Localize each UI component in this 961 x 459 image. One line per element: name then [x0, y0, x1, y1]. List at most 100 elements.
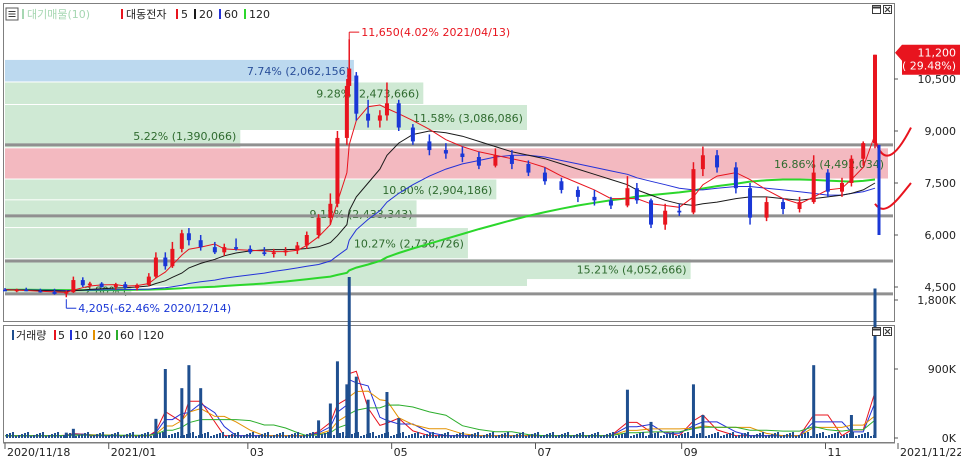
volume-bar: [564, 433, 566, 438]
volume-bar: [378, 435, 380, 438]
legend-label: 60: [120, 329, 134, 342]
volume-bar: [777, 432, 779, 438]
volume-bar: [600, 436, 602, 438]
legend-swatch: [219, 9, 221, 19]
candle-body: [354, 75, 359, 114]
volume-bar: [36, 434, 38, 438]
volume-bar: [48, 435, 50, 438]
volume-bar: [812, 365, 816, 438]
volume-bar: [462, 432, 464, 438]
volume-bar: [321, 434, 323, 438]
panel-menu-button[interactable]: [5, 7, 19, 21]
legend-swatch: [12, 330, 14, 340]
volume-bar: [510, 436, 512, 438]
volume-bar: [240, 436, 242, 438]
candle-body: [781, 202, 786, 209]
volume-bar: [9, 433, 11, 438]
candle-body: [649, 200, 654, 225]
candle-body: [71, 280, 76, 293]
volume-pane-maximize-button[interactable]: [872, 327, 881, 336]
legend-label: 5: [181, 8, 188, 21]
volume-pane-close-button[interactable]: [883, 327, 892, 336]
volume-bar: [426, 434, 428, 438]
volume-bar: [597, 432, 599, 438]
volume-bar: [759, 433, 761, 438]
volume-bar: [747, 432, 749, 438]
volume-bar: [741, 434, 743, 438]
volume-profile-label: 10.90% (2,904,186): [382, 184, 492, 197]
candle-body: [443, 150, 448, 154]
volume-bar: [783, 435, 785, 438]
volume-bar: [798, 435, 800, 438]
volume-bar: [144, 433, 146, 438]
legend-swatch: [22, 9, 24, 19]
candle-body: [186, 233, 191, 241]
volume-bar: [684, 433, 686, 438]
candle-body: [262, 252, 267, 255]
volume-bar: [691, 384, 695, 438]
volume-bar: [639, 433, 641, 438]
volume-bar: [618, 435, 620, 438]
y-tick-label: 1,800K: [917, 294, 956, 307]
volume-bar: [105, 436, 107, 438]
volume-bar: [531, 434, 533, 438]
volume-bar: [726, 434, 728, 438]
volume-bar: [411, 434, 413, 438]
y-tick-label: 9,000: [925, 125, 957, 138]
volume-bar: [315, 436, 317, 438]
candle-body: [839, 183, 844, 192]
volume-bar: [306, 434, 308, 438]
volume-bar: [660, 436, 662, 438]
candle-body: [663, 210, 668, 225]
volume-bar: [24, 433, 26, 438]
volume-profile-label: 15.21% (4,052,666): [577, 264, 687, 277]
candle-body: [248, 248, 253, 253]
volume-bar: [486, 434, 488, 438]
volume-bar: [456, 434, 458, 438]
volume-bar: [237, 432, 239, 438]
volume-bar: [519, 433, 521, 438]
volume-bar: [867, 432, 869, 438]
volume-bar: [300, 436, 302, 438]
volume-bar: [588, 435, 590, 438]
volume-bar: [390, 436, 392, 438]
volume-bar: [225, 436, 227, 438]
volume-bar: [69, 433, 71, 438]
volume-bar: [543, 435, 545, 438]
volume-bar: [672, 432, 674, 438]
volume-bar: [354, 376, 358, 438]
volume-bar: [132, 432, 134, 438]
volume-bar: [444, 433, 446, 438]
volume-bar: [297, 432, 299, 438]
volume-bar: [204, 433, 206, 438]
volume-bar: [234, 433, 236, 438]
candle-body: [691, 169, 696, 213]
volume-bar: [675, 436, 677, 438]
price-pane-close-button[interactable]: [883, 5, 892, 14]
volume-bar: [180, 388, 184, 438]
volume-bar: [405, 436, 407, 438]
volume-bar: [270, 436, 272, 438]
y-tick-label: 7,500: [925, 177, 957, 190]
volume-bar: [435, 436, 437, 438]
candlestick: [849, 155, 854, 187]
volume-bar: [93, 435, 95, 438]
candle-body: [328, 203, 333, 218]
volume-bar: [33, 435, 35, 438]
volume-bar: [397, 418, 401, 438]
volume-bar: [522, 432, 524, 438]
volume-bar: [558, 435, 560, 438]
volume-bar: [347, 277, 351, 438]
volume-bar: [552, 432, 554, 438]
price-pane-maximize-button[interactable]: [872, 5, 881, 14]
candle-body: [677, 210, 682, 213]
legend-label: 대기매물(10): [27, 8, 90, 21]
candle-body: [170, 248, 175, 267]
x-tick-label: 2020/11/18: [7, 446, 70, 459]
volume-bar: [18, 435, 20, 438]
volume-bar: [649, 421, 653, 438]
volume-bar: [477, 432, 479, 438]
volume-bar: [27, 432, 29, 438]
volume-bar: [822, 432, 824, 438]
volume-bar: [171, 434, 173, 438]
